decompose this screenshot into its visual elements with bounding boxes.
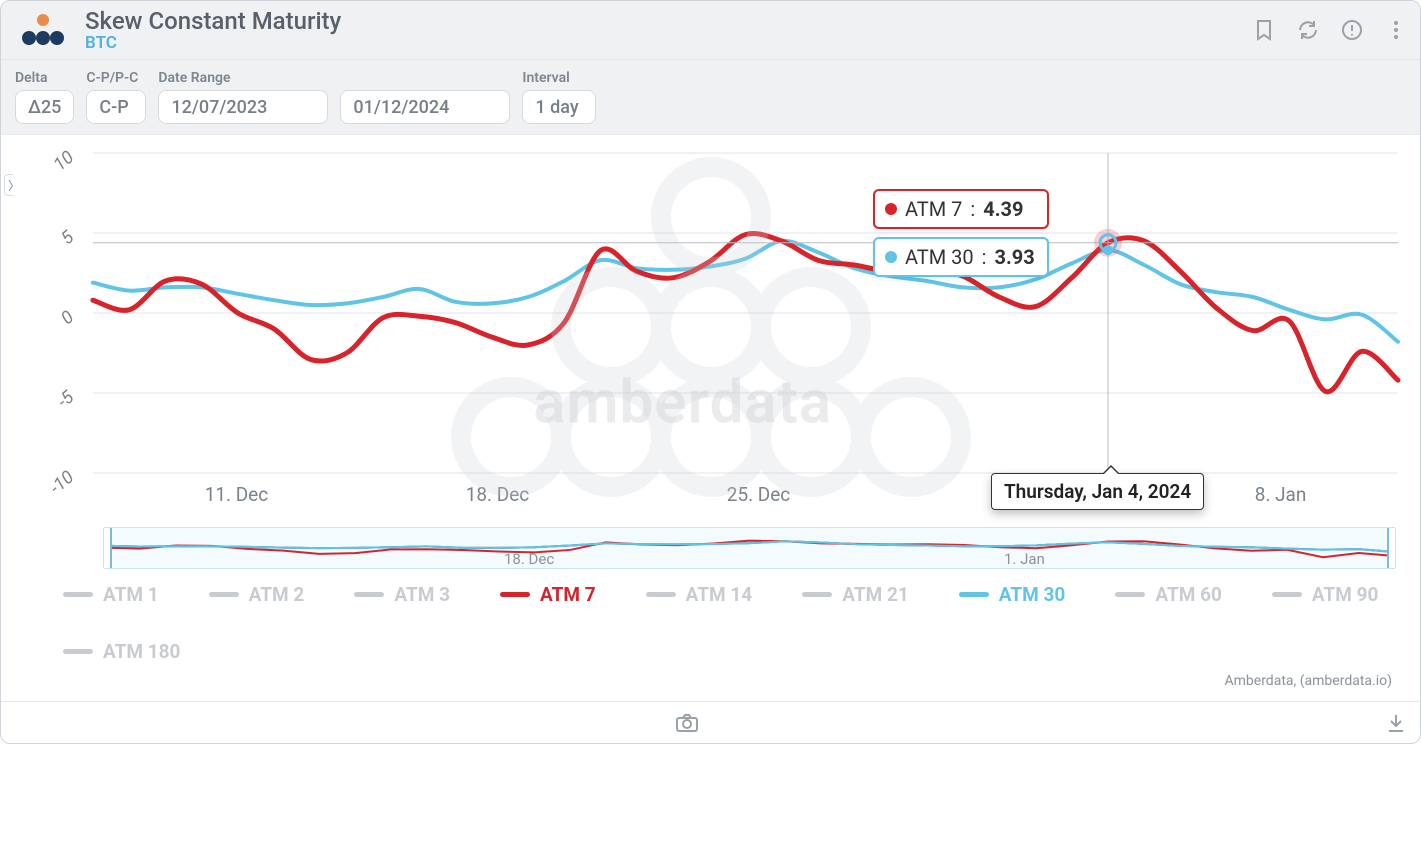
svg-text:0: 0	[57, 307, 78, 330]
tooltip-atm30-value: 3.93	[994, 245, 1034, 269]
cp-label: C-P/P-C	[86, 70, 146, 86]
legend-swatch	[959, 592, 989, 597]
bookmark-icon[interactable]	[1252, 18, 1276, 42]
legend-swatch	[63, 649, 93, 654]
more-icon[interactable]	[1384, 18, 1408, 42]
legend-label: ATM 3	[394, 583, 450, 606]
svg-text:11. Dec: 11. Dec	[205, 483, 268, 506]
svg-text:8. Jan: 8. Jan	[1255, 483, 1307, 506]
legend-item[interactable]: ATM 90	[1272, 583, 1379, 606]
line-chart[interactable]: -10-5051011. Dec18. Dec25. Dec1. Jan8. J…	[13, 143, 1408, 513]
download-button[interactable]	[1372, 712, 1420, 734]
tooltip-date: Thursday, Jan 4, 2024	[991, 473, 1204, 510]
legend-item[interactable]: ATM 180	[63, 640, 180, 663]
legend-label: ATM 30	[999, 583, 1066, 606]
legend-swatch	[500, 592, 530, 597]
titles: Skew Constant Maturity BTC	[85, 7, 341, 53]
legend-swatch	[1272, 592, 1302, 597]
legend-label: ATM 7	[540, 583, 596, 606]
dot-icon	[885, 203, 897, 215]
legend-swatch	[209, 592, 239, 597]
date-range-label: Date Range	[158, 70, 510, 86]
legend-item[interactable]: ATM 30	[959, 583, 1066, 606]
card-footer	[1, 701, 1420, 743]
svg-text:25. Dec: 25. Dec	[727, 483, 790, 506]
chart-subtitle: BTC	[85, 33, 341, 53]
delta-group: Delta Δ25	[15, 70, 74, 124]
tooltip-atm30-label: ATM 30	[905, 245, 974, 269]
legend-label: ATM 180	[103, 640, 180, 663]
legend-label: ATM 21	[842, 583, 909, 606]
card: Skew Constant Maturity BTC Delta Δ25 C-P…	[0, 0, 1421, 744]
legend-swatch	[802, 592, 832, 597]
alert-icon[interactable]	[1340, 18, 1364, 42]
interval-group: Interval 1 day	[522, 70, 596, 124]
brand-logo	[15, 8, 71, 52]
svg-text:-5: -5	[53, 387, 78, 413]
legend-item[interactable]: ATM 2	[209, 583, 305, 606]
legend-label: ATM 90	[1312, 583, 1379, 606]
date-start-input[interactable]: 12/07/2023	[158, 90, 328, 124]
legend-swatch	[354, 592, 384, 597]
legend-item[interactable]: ATM 60	[1115, 583, 1222, 606]
legend-item[interactable]: ATM 3	[354, 583, 450, 606]
refresh-icon[interactable]	[1296, 18, 1320, 42]
legend-item[interactable]: ATM 1	[63, 583, 159, 606]
legend: ATM 1 ATM 2 ATM 3 ATM 7 ATM 14 ATM 21 ATM 30 AT…	[13, 569, 1408, 667]
tooltip-atm7-label: ATM 7	[905, 197, 962, 221]
interval-label: Interval	[522, 70, 596, 86]
card-header: Skew Constant Maturity BTC	[1, 1, 1420, 60]
legend-swatch	[646, 592, 676, 597]
svg-text:10: 10	[50, 147, 79, 176]
svg-text:-10: -10	[46, 467, 78, 499]
controls-row: Delta Δ25 C-P/P-C C-P Date Range 12/07/2…	[1, 60, 1420, 135]
legend-item[interactable]: ATM 14	[646, 583, 753, 606]
legend-item[interactable]: ATM 21	[802, 583, 909, 606]
nav-tick: 18. Dec	[504, 550, 554, 568]
cp-select[interactable]: C-P	[86, 90, 146, 124]
series-tooltips: ATM 7: 4.39 ATM 30: 3.93	[873, 189, 1049, 277]
credits: Amberdata, (amberdata.io)	[13, 667, 1408, 695]
screenshot-button[interactable]	[663, 713, 711, 733]
legend-item[interactable]: ATM 7	[500, 583, 596, 606]
date-range-group: Date Range 12/07/2023 01/12/2024	[158, 70, 510, 124]
legend-label: ATM 60	[1155, 583, 1222, 606]
tooltip-atm7-value: 4.39	[983, 197, 1023, 221]
tooltip-atm7: ATM 7: 4.39	[873, 189, 1049, 229]
dot-icon	[885, 251, 897, 263]
svg-text:5: 5	[57, 227, 78, 250]
tooltip-atm30: ATM 30: 3.93	[873, 237, 1049, 277]
delta-select[interactable]: Δ25	[15, 90, 74, 124]
date-end-input[interactable]: 01/12/2024	[340, 90, 510, 124]
chart-title: Skew Constant Maturity	[85, 7, 341, 35]
chart-area: -10 -5 0 5 10 11. Dec 18. Dec 25. Dec 1. Jan 8. J…	[1, 135, 1420, 701]
nav-handle-right[interactable]	[1387, 527, 1396, 569]
svg-text:18. Dec: 18. Dec	[466, 483, 529, 506]
legend-swatch	[63, 592, 93, 597]
range-navigator[interactable]: 18. Dec 1. Jan	[103, 527, 1396, 569]
nav-tick: 1. Jan	[1004, 550, 1045, 568]
legend-swatch	[1115, 592, 1145, 597]
nav-handle-left[interactable]	[103, 527, 112, 569]
header-actions	[1252, 18, 1408, 42]
interval-select[interactable]: 1 day	[522, 90, 596, 124]
legend-label: ATM 2	[249, 583, 305, 606]
cp-group: C-P/P-C C-P	[86, 70, 146, 124]
legend-label: ATM 14	[686, 583, 753, 606]
legend-label: ATM 1	[103, 583, 159, 606]
delta-label: Delta	[15, 70, 74, 86]
